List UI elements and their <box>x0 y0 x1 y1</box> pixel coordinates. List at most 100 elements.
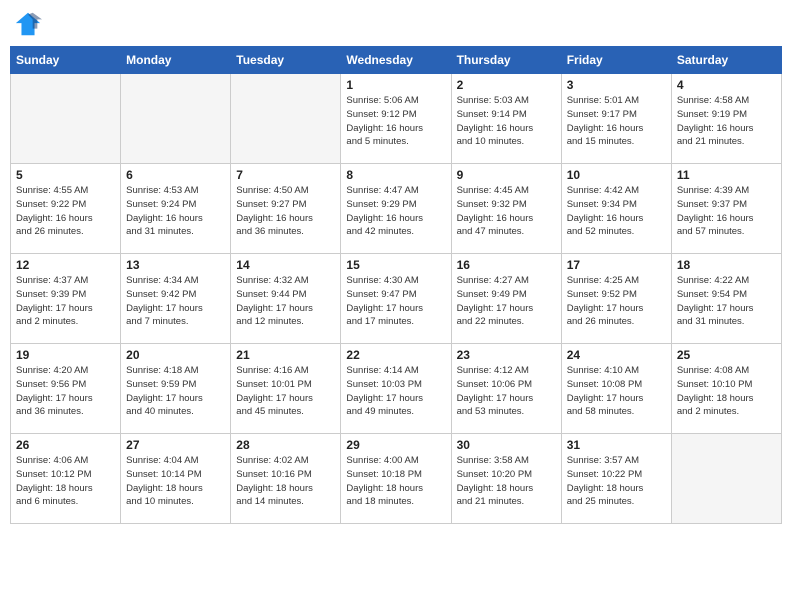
day-number: 3 <box>567 78 666 92</box>
day-info: Sunrise: 4:25 AMSunset: 9:52 PMDaylight:… <box>567 274 666 329</box>
day-number: 31 <box>567 438 666 452</box>
header-sunday: Sunday <box>11 47 121 74</box>
calendar-cell: 16 Sunrise: 4:27 AMSunset: 9:49 PMDayligh… <box>451 254 561 344</box>
calendar-cell: 11Sunrise: 4:39 AMSunset: 9:37 PMDayligh… <box>671 164 781 254</box>
day-info: Sunrise: 4:27 AMSunset: 9:49 PMDaylight:… <box>457 274 556 329</box>
day-number: 27 <box>126 438 225 452</box>
logo-icon <box>14 10 42 38</box>
calendar-cell: 4 Sunrise: 4:58 AMSunset: 9:19 PMDaylight… <box>671 74 781 164</box>
calendar-cell: 31 Sunrise: 3:57 AMSunset: 10:22 PMDaylig… <box>561 434 671 524</box>
day-info: Sunrise: 4:45 AMSunset: 9:32 PMDaylight:… <box>457 184 556 239</box>
day-info: Sunrise: 3:58 AMSunset: 10:20 PMDaylight… <box>457 454 556 509</box>
calendar-week-row: 1 Sunrise: 5:06 AMSunset: 9:12 PMDaylight… <box>11 74 782 164</box>
day-info: Sunrise: 4:32 AMSunset: 9:44 PMDaylight:… <box>236 274 335 329</box>
header-wednesday: Wednesday <box>341 47 451 74</box>
calendar-header-row: SundayMondayTuesdayWednesdayThursdayFrid… <box>11 47 782 74</box>
day-info: Sunrise: 5:01 AMSunset: 9:17 PMDaylight:… <box>567 94 666 149</box>
day-number: 28 <box>236 438 335 452</box>
day-info: Sunrise: 4:02 AMSunset: 10:16 PMDaylight… <box>236 454 335 509</box>
calendar-cell: 20 Sunrise: 4:18 AMSunset: 9:59 PMDayligh… <box>121 344 231 434</box>
day-number: 16 <box>457 258 556 272</box>
day-number: 14 <box>236 258 335 272</box>
logo <box>14 10 44 38</box>
day-info: Sunrise: 4:50 AMSunset: 9:27 PMDaylight:… <box>236 184 335 239</box>
calendar-cell: 13 Sunrise: 4:34 AMSunset: 9:42 PMDayligh… <box>121 254 231 344</box>
day-info: Sunrise: 4:20 AMSunset: 9:56 PMDaylight:… <box>16 364 115 419</box>
day-info: Sunrise: 4:30 AMSunset: 9:47 PMDaylight:… <box>346 274 445 329</box>
calendar-cell: 25 Sunrise: 4:08 AMSunset: 10:10 PMDaylig… <box>671 344 781 434</box>
day-number: 22 <box>346 348 445 362</box>
day-number: 20 <box>126 348 225 362</box>
calendar-cell <box>231 74 341 164</box>
day-number: 15 <box>346 258 445 272</box>
calendar-cell: 22 Sunrise: 4:14 AMSunset: 10:03 PMDaylig… <box>341 344 451 434</box>
calendar-cell: 15 Sunrise: 4:30 AMSunset: 9:47 PMDayligh… <box>341 254 451 344</box>
day-info: Sunrise: 4:58 AMSunset: 9:19 PMDaylight:… <box>677 94 776 149</box>
day-info: Sunrise: 4:18 AMSunset: 9:59 PMDaylight:… <box>126 364 225 419</box>
calendar-cell: 6Sunrise: 4:53 AMSunset: 9:24 PMDaylight… <box>121 164 231 254</box>
day-info: Sunrise: 4:12 AMSunset: 10:06 PMDaylight… <box>457 364 556 419</box>
day-number: 21 <box>236 348 335 362</box>
header-tuesday: Tuesday <box>231 47 341 74</box>
day-number: 1 <box>346 78 445 92</box>
calendar-cell: 1 Sunrise: 5:06 AMSunset: 9:12 PMDaylight… <box>341 74 451 164</box>
day-number: 19 <box>16 348 115 362</box>
day-number: 13 <box>126 258 225 272</box>
calendar-cell: 21 Sunrise: 4:16 AMSunset: 10:01 PMDaylig… <box>231 344 341 434</box>
calendar-cell: 14 Sunrise: 4:32 AMSunset: 9:44 PMDayligh… <box>231 254 341 344</box>
day-number: 18 <box>677 258 776 272</box>
day-info: Sunrise: 4:16 AMSunset: 10:01 PMDaylight… <box>236 364 335 419</box>
day-number: 2 <box>457 78 556 92</box>
day-info: Sunrise: 4:55 AMSunset: 9:22 PMDaylight:… <box>16 184 115 239</box>
day-number: 4 <box>677 78 776 92</box>
header-saturday: Saturday <box>671 47 781 74</box>
day-info: Sunrise: 4:53 AMSunset: 9:24 PMDaylight:… <box>126 184 225 239</box>
day-info: Sunrise: 4:08 AMSunset: 10:10 PMDaylight… <box>677 364 776 419</box>
day-number: 26 <box>16 438 115 452</box>
day-number: 8 <box>346 168 445 182</box>
day-number: 10 <box>567 168 666 182</box>
day-number: 12 <box>16 258 115 272</box>
day-number: 9 <box>457 168 556 182</box>
calendar-cell: 8 Sunrise: 4:47 AMSunset: 9:29 PMDaylight… <box>341 164 451 254</box>
header-thursday: Thursday <box>451 47 561 74</box>
day-info: Sunrise: 4:14 AMSunset: 10:03 PMDaylight… <box>346 364 445 419</box>
calendar-cell: 9 Sunrise: 4:45 AMSunset: 9:32 PMDaylight… <box>451 164 561 254</box>
day-number: 30 <box>457 438 556 452</box>
day-info: Sunrise: 4:04 AMSunset: 10:14 PMDaylight… <box>126 454 225 509</box>
day-info: Sunrise: 4:47 AMSunset: 9:29 PMDaylight:… <box>346 184 445 239</box>
calendar-cell <box>121 74 231 164</box>
day-info: Sunrise: 4:37 AMSunset: 9:39 PMDaylight:… <box>16 274 115 329</box>
day-info: Sunrise: 3:57 AMSunset: 10:22 PMDaylight… <box>567 454 666 509</box>
day-number: 23 <box>457 348 556 362</box>
calendar-cell <box>671 434 781 524</box>
day-info: Sunrise: 5:03 AMSunset: 9:14 PMDaylight:… <box>457 94 556 149</box>
calendar-week-row: 26 Sunrise: 4:06 AMSunset: 10:12 PMDaylig… <box>11 434 782 524</box>
day-info: Sunrise: 5:06 AMSunset: 9:12 PMDaylight:… <box>346 94 445 149</box>
calendar-cell: 24Sunrise: 4:10 AMSunset: 10:08 PMDaylig… <box>561 344 671 434</box>
calendar-week-row: 12 Sunrise: 4:37 AMSunset: 9:39 PMDayligh… <box>11 254 782 344</box>
calendar-cell: 17 Sunrise: 4:25 AMSunset: 9:52 PMDayligh… <box>561 254 671 344</box>
day-number: 25 <box>677 348 776 362</box>
calendar-cell: 28 Sunrise: 4:02 AMSunset: 10:16 PMDaylig… <box>231 434 341 524</box>
page-header <box>10 10 782 38</box>
day-number: 29 <box>346 438 445 452</box>
day-info: Sunrise: 4:34 AMSunset: 9:42 PMDaylight:… <box>126 274 225 329</box>
calendar-cell: 26 Sunrise: 4:06 AMSunset: 10:12 PMDaylig… <box>11 434 121 524</box>
calendar-cell: 30 Sunrise: 3:58 AMSunset: 10:20 PMDaylig… <box>451 434 561 524</box>
day-number: 17 <box>567 258 666 272</box>
day-number: 5 <box>16 168 115 182</box>
calendar-cell: 19 Sunrise: 4:20 AMSunset: 9:56 PMDayligh… <box>11 344 121 434</box>
day-number: 24 <box>567 348 666 362</box>
calendar-cell: 29 Sunrise: 4:00 AMSunset: 10:18 PMDaylig… <box>341 434 451 524</box>
day-info: Sunrise: 4:00 AMSunset: 10:18 PMDaylight… <box>346 454 445 509</box>
calendar-cell: 7 Sunrise: 4:50 AMSunset: 9:27 PMDaylight… <box>231 164 341 254</box>
calendar-cell: 23 Sunrise: 4:12 AMSunset: 10:06 PMDaylig… <box>451 344 561 434</box>
calendar-cell: 3 Sunrise: 5:01 AMSunset: 9:17 PMDaylight… <box>561 74 671 164</box>
calendar-cell: 18Sunrise: 4:22 AMSunset: 9:54 PMDayligh… <box>671 254 781 344</box>
calendar-cell: 5 Sunrise: 4:55 AMSunset: 9:22 PMDaylight… <box>11 164 121 254</box>
calendar-table: SundayMondayTuesdayWednesdayThursdayFrid… <box>10 46 782 524</box>
day-info: Sunrise: 4:06 AMSunset: 10:12 PMDaylight… <box>16 454 115 509</box>
calendar-cell: 27 Sunrise: 4:04 AMSunset: 10:14 PMDaylig… <box>121 434 231 524</box>
day-number: 7 <box>236 168 335 182</box>
